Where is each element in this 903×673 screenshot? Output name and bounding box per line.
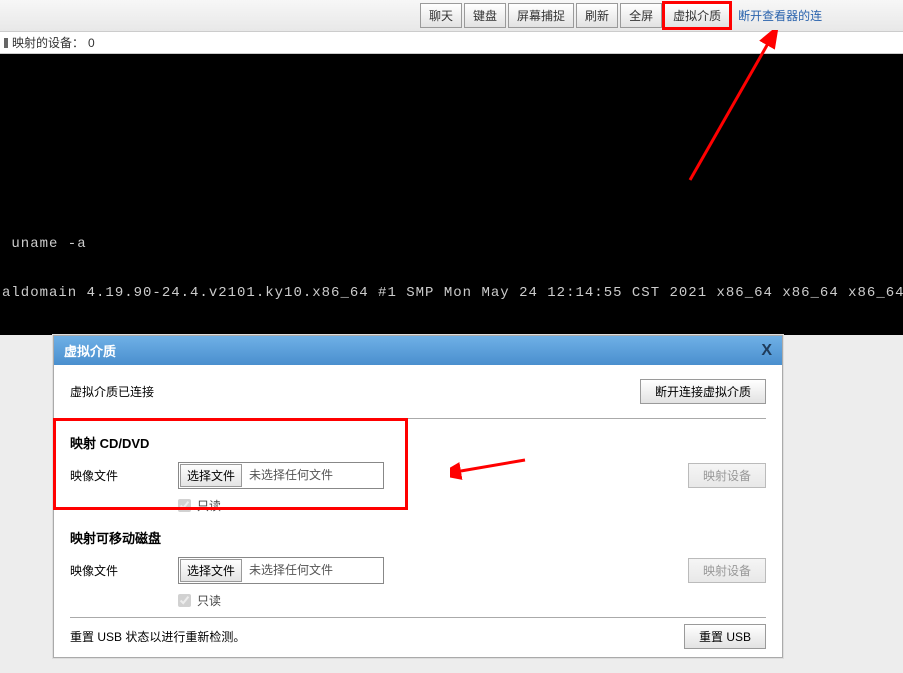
choose-file-button-cddvd[interactable]: 选择文件 (180, 464, 242, 487)
readonly-checkbox-removable[interactable] (178, 594, 191, 607)
status-bar: 映射的设备： 0 (0, 32, 903, 54)
dialog-title-text: 虚拟介质 (64, 341, 116, 360)
removable-file-picker: 选择文件 未选择任何文件 (178, 557, 384, 584)
removable-file-text: 未选择任何文件 (243, 558, 383, 583)
mapped-devices-count: 0 (88, 36, 95, 50)
map-removable-title: 映射可移动磁盘 (70, 528, 766, 547)
terminal[interactable]: uname -a aldomain 4.19.90-24.4.v2101.ky1… (0, 54, 903, 335)
terminal-line: uname -a (0, 236, 903, 253)
fullscreen-button[interactable]: 全屏 (620, 3, 662, 28)
refresh-button[interactable]: 刷新 (576, 3, 618, 28)
close-icon[interactable]: X (761, 342, 772, 360)
chat-button[interactable]: 聊天 (420, 3, 462, 28)
readonly-checkbox-cddvd[interactable] (178, 499, 191, 512)
connection-status-text: 虚拟介质已连接 (70, 383, 154, 400)
reset-usb-button[interactable]: 重置 USB (684, 624, 766, 649)
disconnect-media-button[interactable]: 断开连接虚拟介质 (640, 379, 766, 404)
map-device-button-removable[interactable]: 映射设备 (688, 558, 766, 583)
dialog-titlebar: 虚拟介质 X (54, 336, 782, 365)
image-file-label: 映像文件 (70, 467, 170, 484)
toolbar: 聊天 键盘 屏幕捕捉 刷新 全屏 虚拟介质 断开查看器的连 (0, 0, 903, 32)
virtual-media-button[interactable]: 虚拟介质 (664, 3, 730, 28)
indicator-icon (4, 38, 8, 48)
keyboard-button[interactable]: 键盘 (464, 3, 506, 28)
disconnect-viewer-link[interactable]: 断开查看器的连 (732, 4, 828, 27)
cddvd-file-text: 未选择任何文件 (243, 463, 383, 488)
cddvd-file-picker: 选择文件 未选择任何文件 (178, 462, 384, 489)
readonly-label-cddvd: 只读 (197, 497, 221, 514)
mapped-devices-label: 映射的设备： (12, 34, 84, 51)
virtual-media-dialog: 虚拟介质 X 虚拟介质已连接 断开连接虚拟介质 映射 CD/DVD 映像文件 选… (53, 335, 783, 658)
image-file-label-2: 映像文件 (70, 562, 170, 579)
choose-file-button-removable[interactable]: 选择文件 (180, 559, 242, 582)
reset-usb-text: 重置 USB 状态以进行重新检测。 (70, 628, 245, 645)
terminal-line: aldomain 4.19.90-24.4.v2101.ky10.x86_64 … (0, 285, 903, 302)
map-device-button-cddvd[interactable]: 映射设备 (688, 463, 766, 488)
readonly-label-removable: 只读 (197, 592, 221, 609)
screencapture-button[interactable]: 屏幕捕捉 (508, 3, 574, 28)
map-cddvd-title: 映射 CD/DVD (70, 433, 766, 452)
